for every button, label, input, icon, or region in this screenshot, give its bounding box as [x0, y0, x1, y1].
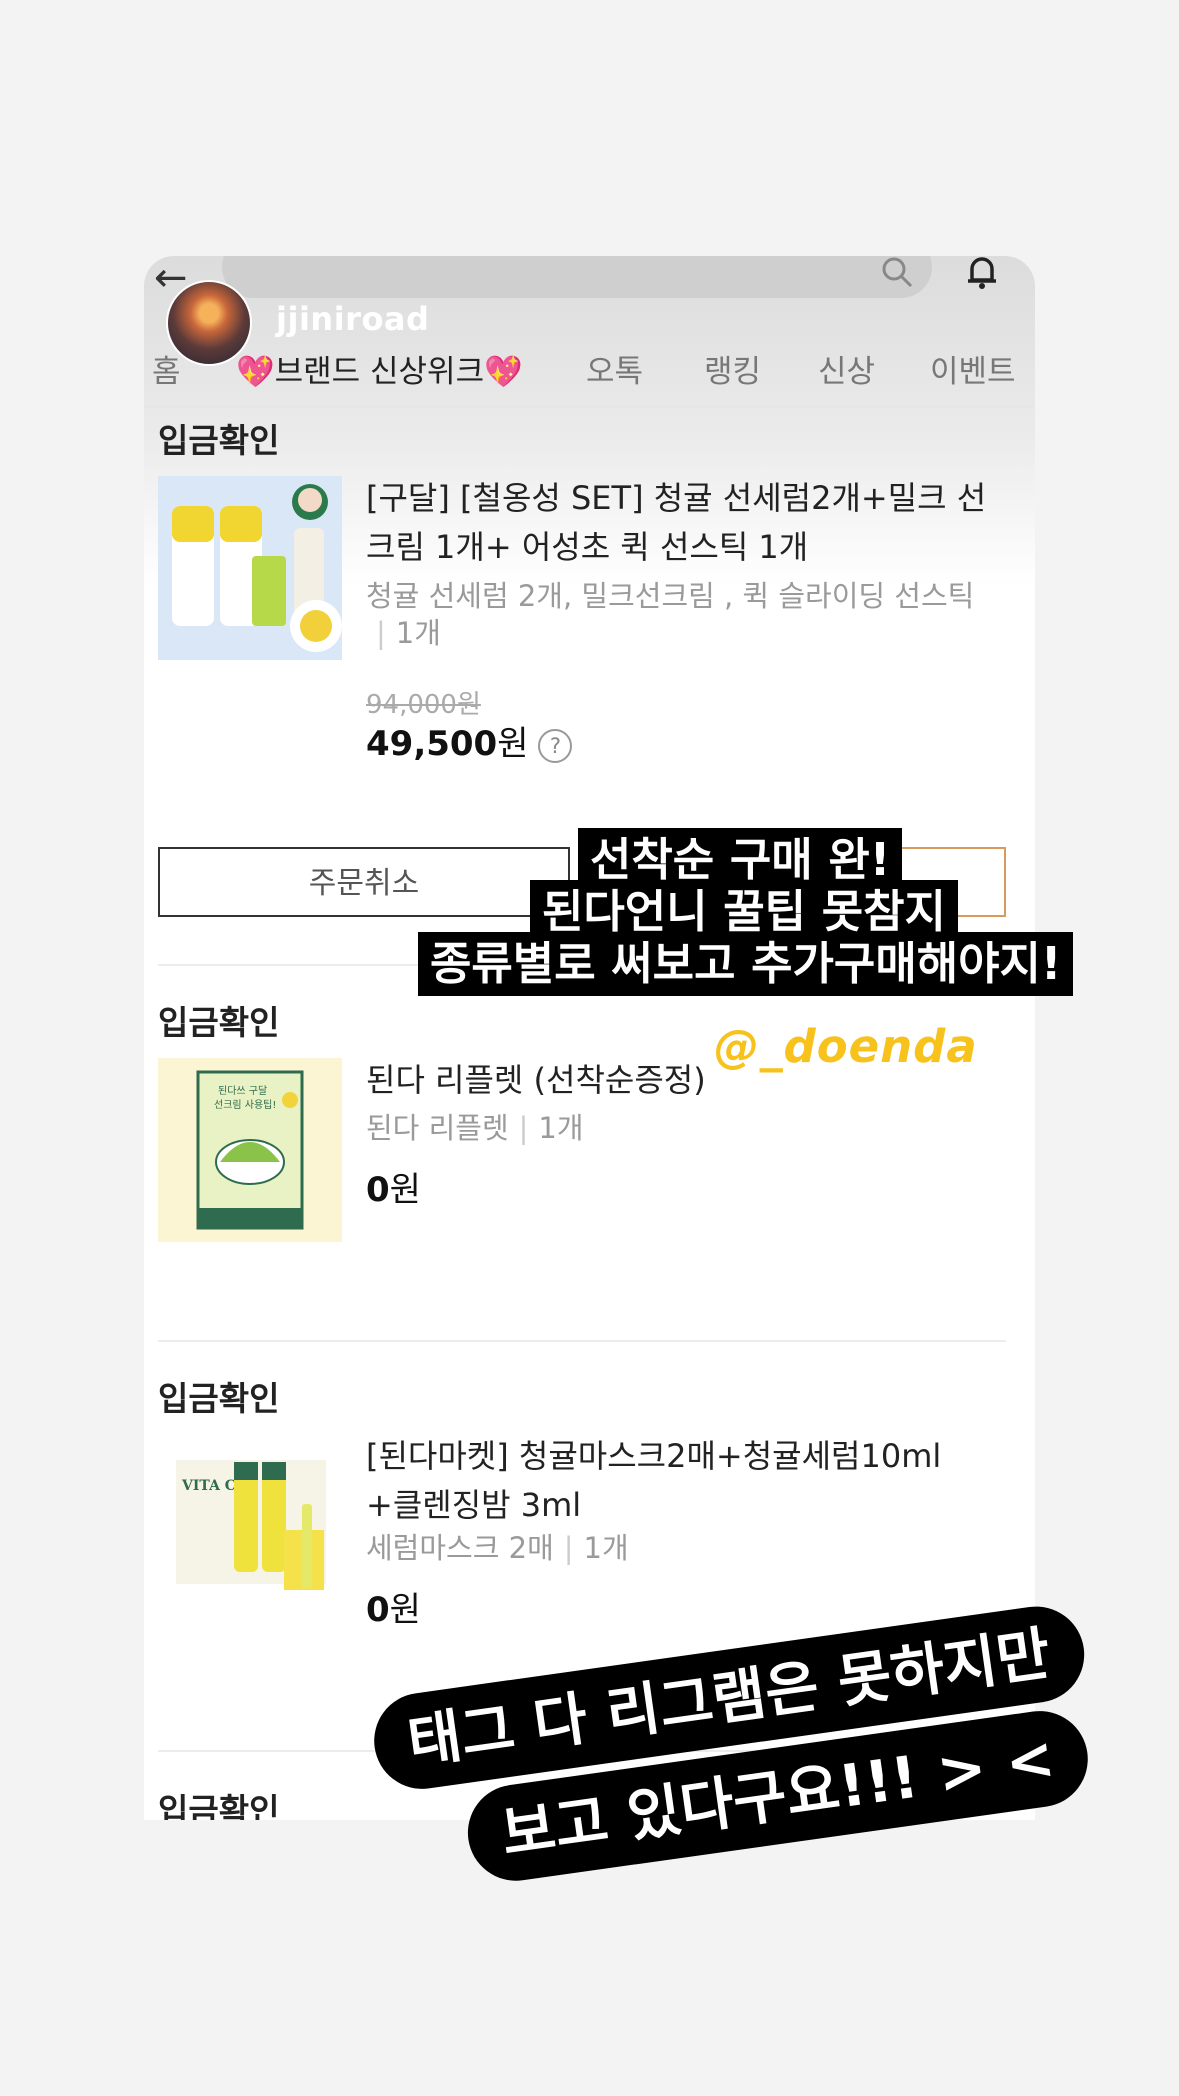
option-separator: |	[376, 616, 386, 650]
tab-otok[interactable]: 오톡	[586, 346, 643, 391]
product-name[interactable]: [구달] [철옹성 SET] 청귤 선세럼2개+밀크 선크림 1개+ 어성초 퀵…	[366, 474, 1006, 572]
avatar[interactable]	[166, 280, 252, 366]
price-number: 0	[366, 1170, 390, 1210]
category-tabs: 홈 💖브랜드 신상위크💖 오톡 랭킹 신상 이벤트	[144, 346, 1035, 406]
search-bar[interactable]	[222, 256, 932, 298]
price-unit: 원	[389, 1170, 421, 1210]
mask-set-image: VITA C	[158, 1434, 342, 1618]
app-top-bar: ←	[144, 256, 1035, 306]
option-separator: |	[563, 1531, 574, 1565]
caption-line: 종류별로 써보고 추가구매해야지!	[418, 932, 1074, 996]
sale-price: 0원	[366, 1162, 421, 1211]
product-option: 세럼마스크 2매 | 1개	[366, 1530, 1006, 1567]
price-number: 0	[366, 1590, 390, 1630]
watermark-handle: @_doenda	[714, 1020, 978, 1073]
tab-home[interactable]: 홈	[152, 346, 181, 391]
price-unit: 원	[389, 1590, 421, 1630]
tab-new[interactable]: 신상	[818, 346, 875, 391]
sale-price: 49,500원?	[366, 716, 573, 765]
order-status: 입금확인	[158, 1003, 280, 1042]
order-status: 입금확인	[158, 421, 280, 460]
sale-price: 0원	[366, 1582, 421, 1631]
option-qty: 1개	[538, 1111, 584, 1145]
tab-event[interactable]: 이벤트	[930, 346, 1016, 391]
tab-ranking[interactable]: 랭킹	[704, 346, 761, 391]
option-text: 된다 리플렛	[366, 1111, 509, 1145]
help-icon[interactable]: ?	[538, 728, 573, 763]
svg-text:된다쓰 구달: 된다쓰 구달	[218, 1085, 267, 1097]
search-icon[interactable]	[879, 256, 915, 290]
order-item: 입금확인 VITA C [된다마켓] 청귤마스크2매+청귤세럼10ml +클렌징…	[158, 1372, 1006, 1672]
tab-brand-new-week[interactable]: 💖브랜드 신상위크💖	[236, 346, 523, 391]
price-unit: 원	[497, 724, 529, 764]
product-thumbnail[interactable]: 된다쓰 구달 선크림 사용팁!	[158, 1058, 342, 1242]
sunscreen-set-image	[158, 476, 342, 660]
option-text: 청귤 선세럼 2개, 밀크선크림 , 퀵 슬라이딩 선스틱	[366, 579, 975, 613]
product-thumbnail[interactable]: VITA C	[158, 1434, 342, 1618]
product-name[interactable]: [된다마켓] 청귤마스크2매+청귤세럼10ml +클렌징밤 3ml	[366, 1432, 1006, 1530]
leaflet-image: 된다쓰 구달 선크림 사용팁!	[158, 1058, 342, 1242]
order-status: 입금확인	[158, 1379, 280, 1418]
svg-text:선크림 사용팁!: 선크림 사용팁!	[214, 1099, 276, 1111]
option-text: 세럼마스크 2매	[366, 1531, 554, 1565]
option-qty: 1개	[583, 1531, 629, 1565]
story-username[interactable]: jjiniroad	[276, 300, 429, 338]
section-divider	[158, 1340, 1006, 1342]
option-qty: 1개	[395, 616, 441, 650]
order-status: 입금확인	[158, 1791, 280, 1820]
svg-text:VITA C: VITA C	[181, 1478, 236, 1494]
bell-icon[interactable]	[962, 256, 1002, 292]
price-number: 49,500	[366, 724, 498, 764]
cancel-order-button[interactable]: 주문취소	[158, 847, 570, 917]
option-separator: |	[518, 1111, 529, 1145]
product-option: 된다 리플렛 | 1개	[366, 1110, 1006, 1147]
product-thumbnail[interactable]	[158, 476, 342, 660]
product-option: 청귤 선세럼 2개, 밀크선크림 , 퀵 슬라이딩 선스틱 | 1개	[366, 578, 1006, 652]
